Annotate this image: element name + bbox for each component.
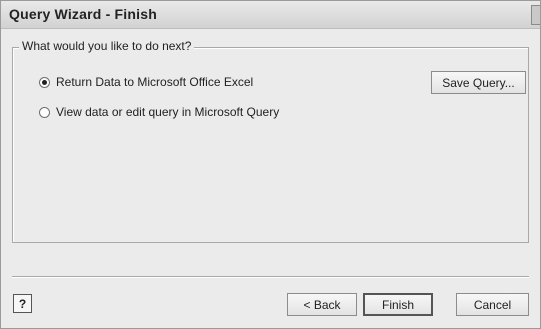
help-icon[interactable]: ?: [13, 294, 32, 313]
footer-separator: [12, 276, 529, 278]
radio-view-edit-query[interactable]: View data or edit query in Microsoft Que…: [39, 105, 279, 119]
save-query-button[interactable]: Save Query...: [431, 71, 526, 94]
close-icon[interactable]: [531, 5, 540, 25]
title-bar[interactable]: Query Wizard - Finish: [1, 1, 540, 29]
cancel-button[interactable]: Cancel: [456, 293, 529, 316]
radio-return-data-label[interactable]: Return Data to Microsoft Office Excel: [56, 75, 253, 89]
radio-return-data[interactable]: Return Data to Microsoft Office Excel: [39, 75, 253, 89]
window-title: Query Wizard - Finish: [9, 6, 157, 22]
back-button[interactable]: < Back: [287, 293, 357, 316]
finish-button[interactable]: Finish: [363, 293, 433, 316]
radio-selected-icon[interactable]: [39, 76, 50, 88]
help-glyph: ?: [18, 296, 27, 311]
radio-dot: [42, 79, 47, 85]
radio-unselected-icon[interactable]: [39, 106, 50, 118]
radio-view-edit-label[interactable]: View data or edit query in Microsoft Que…: [56, 105, 279, 119]
query-wizard-dialog: Query Wizard - Finish What would you lik…: [0, 0, 541, 329]
group-legend: What would you like to do next?: [19, 39, 195, 53]
